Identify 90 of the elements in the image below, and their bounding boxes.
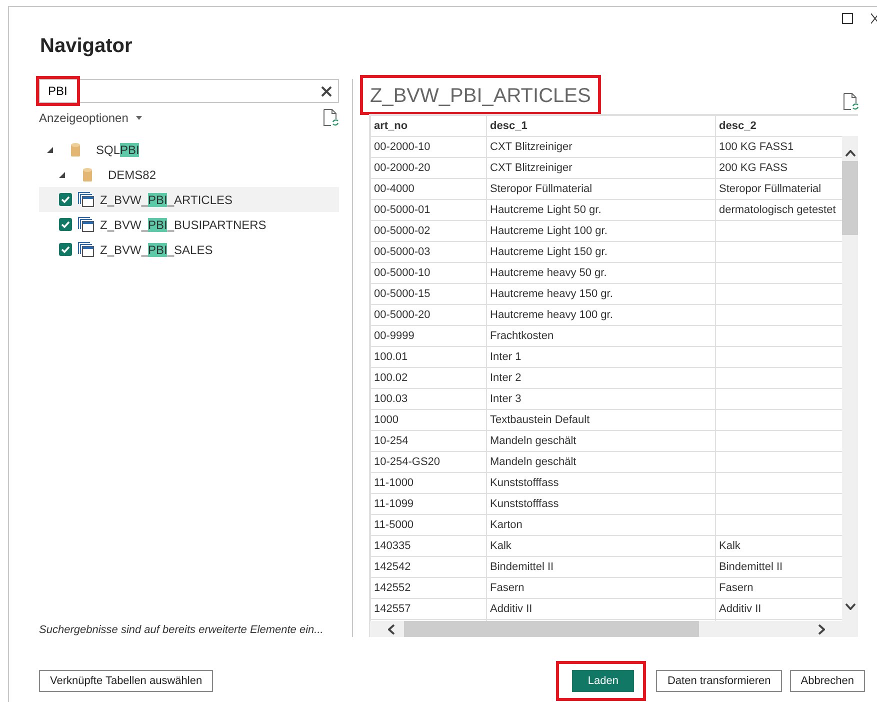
table-cell: 140335: [370, 536, 486, 556]
checkbox[interactable]: [59, 243, 72, 256]
table-cell: 00-5000-10: [370, 262, 486, 284]
table-icon: [78, 242, 94, 257]
clear-search-icon[interactable]: [321, 86, 332, 96]
tree-item[interactable]: Z_BVW_PBI_ARTICLES: [39, 187, 339, 212]
scroll-up-icon[interactable]: [844, 150, 856, 157]
table-cell: Hautcreme heavy 100 gr.: [486, 304, 716, 326]
table-cell: Bindemittel II: [486, 556, 716, 578]
table-cell: CXT Blitzreiniger: [486, 158, 716, 178]
refresh-document-icon[interactable]: [843, 93, 859, 111]
table-cell: 142552: [370, 578, 486, 598]
table-cell: Kalk: [486, 536, 716, 556]
table-cell: 100.02: [370, 368, 486, 388]
scrollbar-thumb[interactable]: [404, 621, 699, 637]
tree-item-label: Z_BVW_PBI_ARTICLES: [100, 192, 232, 208]
table-cell: 00-5000-01: [370, 200, 486, 220]
tree-item-label: DEMS82: [108, 166, 156, 184]
table-cell: Mandeln geschält: [486, 430, 716, 452]
display-options-dropdown[interactable]: Anzeigeoptionen: [39, 109, 142, 127]
table-cell: 11-5000: [370, 514, 486, 536]
tree-item-label: Z_BVW_PBI_SALES: [100, 242, 213, 258]
table-cell: Hautcreme Light 150 gr.: [486, 242, 716, 262]
table-cell: Additiv II: [486, 598, 716, 620]
checkbox[interactable]: [59, 193, 72, 206]
dialog-button[interactable]: Verknüpfte Tabellen auswählen: [39, 670, 214, 692]
table-cell: CXT Blitzreiniger: [486, 136, 716, 158]
table-cell: Mandeln geschält: [486, 452, 716, 472]
table-cell: Kunststofffass: [486, 494, 716, 514]
table-cell: Hautcreme heavy 50 gr.: [486, 262, 716, 284]
dialog-button[interactable]: Daten transformieren: [656, 670, 782, 692]
close-icon[interactable]: [871, 13, 877, 24]
table-cell: Hautcreme Light 50 gr.: [486, 200, 716, 220]
scroll-left-icon[interactable]: [388, 624, 395, 634]
scroll-right-icon[interactable]: [818, 624, 825, 634]
table-cell: Inter 3: [486, 388, 716, 410]
table-cell: 142542: [370, 556, 486, 578]
table-cell: 00-9999: [370, 326, 486, 346]
scroll-down-icon[interactable]: [844, 603, 856, 610]
table-icon: [78, 192, 94, 207]
tree-item[interactable]: Z_BVW_PBI_BUSIPARTNERS: [39, 212, 339, 237]
column-header[interactable]: art_no: [370, 116, 486, 136]
horizontal-scrollbar[interactable]: [370, 621, 858, 637]
expanded-triangle-icon[interactable]: [59, 172, 65, 178]
table-cell: Inter 2: [486, 368, 716, 388]
table-cell: Inter 1: [486, 346, 716, 368]
table-cell: Hautcreme heavy 150 gr.: [486, 284, 716, 304]
vertical-scrollbar[interactable]: [842, 136, 858, 622]
table-cell: Karton: [486, 514, 716, 536]
table-cell: 100.03: [370, 388, 486, 410]
table-cell: 00-5000-02: [370, 220, 486, 242]
table-icon: [78, 217, 94, 232]
database-icon: [71, 142, 80, 156]
table-cell: Fasern: [486, 578, 716, 598]
table-cell: 10-254: [370, 430, 486, 452]
table-cell: Steropor Füllmaterial: [486, 178, 716, 200]
table-cell: 1000: [370, 410, 486, 430]
table-cell: 00-4000: [370, 178, 486, 200]
caret-icon: [136, 116, 142, 120]
dialog-button[interactable]: Abbrechen: [790, 670, 865, 692]
column-header[interactable]: desc_2: [716, 116, 858, 136]
database-icon: [83, 168, 92, 182]
table-cell: 00-5000-15: [370, 284, 486, 304]
table-cell: 100.01: [370, 346, 486, 368]
tree-item[interactable]: Z_BVW_PBI_SALES: [39, 237, 339, 262]
table-cell: Frachtkosten: [486, 326, 716, 346]
scrollbar-thumb[interactable]: [842, 161, 858, 235]
preview-title: Z_BVW_PBI_ARTICLES: [369, 84, 592, 109]
expanded-triangle-icon[interactable]: [47, 146, 53, 152]
table-cell: 10-254-GS20: [370, 452, 486, 472]
table-cell: 00-2000-20: [370, 158, 486, 178]
table-cell: Kunststofffass: [486, 472, 716, 494]
table-cell: 11-1000: [370, 472, 486, 494]
table-cell: 00-5000-03: [370, 242, 486, 262]
window-title: Navigator: [40, 34, 132, 59]
table-cell: 11-1099: [370, 494, 486, 514]
tree-item-label: SQLPBI: [96, 142, 140, 158]
checkbox[interactable]: [59, 218, 72, 231]
table-cell: Hautcreme Light 100 gr.: [486, 220, 716, 242]
table-cell: 00-2000-10: [370, 136, 486, 158]
maximize-icon[interactable]: [842, 13, 853, 24]
table-cell: 142557: [370, 598, 486, 620]
load-button[interactable]: Laden: [572, 670, 634, 692]
column-header[interactable]: desc_1: [486, 116, 716, 136]
table-cell: Textbaustein Default: [486, 410, 716, 430]
search-results-note: Suchergebnisse sind auf bereits erweiterte Elemente ein...: [39, 623, 324, 638]
search-field[interactable]: PBI: [39, 79, 339, 103]
tree-item-label: Z_BVW_PBI_BUSIPARTNERS: [100, 216, 266, 234]
refresh-document-icon[interactable]: [323, 109, 339, 127]
table-cell: 00-5000-20: [370, 304, 486, 326]
